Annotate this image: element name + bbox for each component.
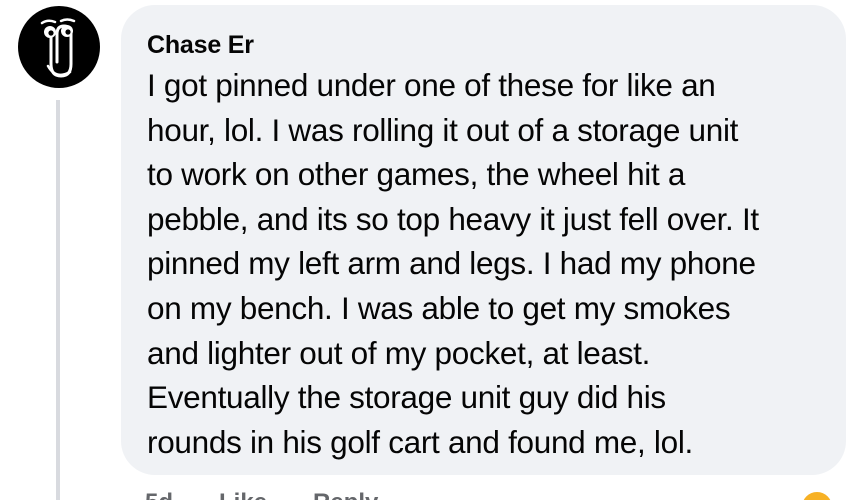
comment-line: pebble, and its so top heavy it just fel… bbox=[147, 200, 759, 237]
comment-line: and lighter out of my pocket, at least. bbox=[147, 334, 651, 371]
haha-reaction-icon[interactable] bbox=[800, 490, 834, 500]
paperclip-assistant-icon bbox=[40, 18, 76, 78]
comment-actions: 5d Like Reply bbox=[145, 488, 378, 500]
comment-text: I got pinned under one of these for like… bbox=[147, 63, 822, 464]
comment-bubble: Chase Er I got pinned under one of these… bbox=[121, 5, 846, 475]
like-button[interactable]: Like bbox=[219, 488, 267, 500]
reply-button[interactable]: Reply bbox=[313, 488, 378, 500]
comment-line: I got pinned under one of these for like… bbox=[147, 67, 716, 103]
comment: Chase Er I got pinned under one of these… bbox=[0, 0, 864, 500]
comment-line: rounds in his golf cart and found me, lo… bbox=[147, 423, 693, 460]
comment-line: Eventually the storage unit guy did his bbox=[147, 379, 666, 416]
comment-line: on my bench. I was able to get my smokes bbox=[147, 289, 731, 326]
comment-line: to work on other games, the wheel hit a bbox=[147, 156, 686, 193]
avatar[interactable] bbox=[18, 6, 100, 88]
comment-line: pinned my left arm and legs. I had my ph… bbox=[147, 245, 756, 282]
comment-line: hour, lol. I was rolling it out of a sto… bbox=[147, 111, 739, 148]
comment-timestamp[interactable]: 5d bbox=[145, 488, 173, 500]
comment-author[interactable]: Chase Er bbox=[147, 29, 822, 61]
thread-line bbox=[56, 100, 60, 500]
